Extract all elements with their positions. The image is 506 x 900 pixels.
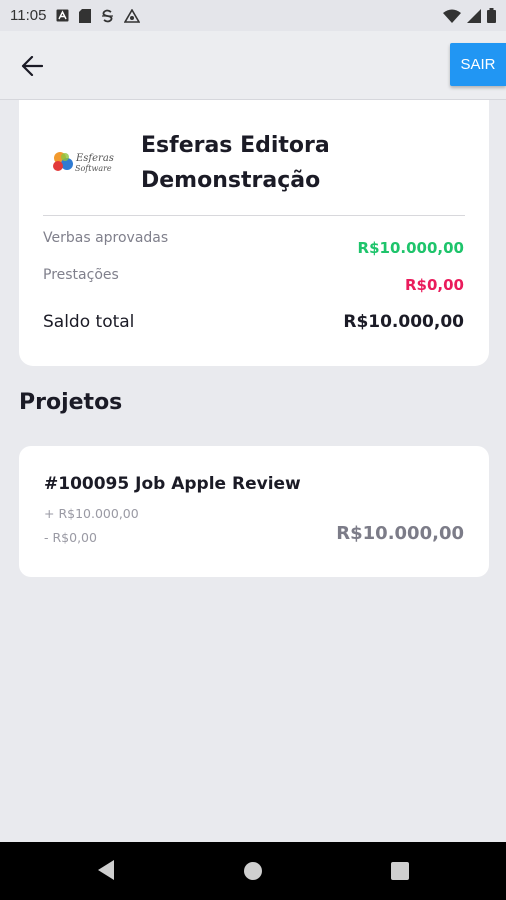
sd-card-icon [79,8,92,23]
status-bar-left: 11:05 [10,7,141,24]
company-summary-card: Esferas Software Esferas Editora Demonst… [19,100,489,366]
recents-square-icon[interactable] [390,861,410,881]
home-circle-icon[interactable] [243,861,263,881]
project-card[interactable]: #100095 Job Apple Review + R$10.000,00 -… [19,446,489,577]
company-name: Esferas Editora Demonstração [141,128,461,198]
battery-icon [487,8,496,23]
balance-value: R$10.000,00 [343,312,464,332]
project-expense: - R$0,00 [44,530,97,545]
project-total: R$10.000,00 [336,523,464,544]
company-logo: Esferas Software [53,152,114,173]
balance-label: Saldo total [43,312,135,332]
app-bar: SAIR [0,31,506,100]
projects-section-title: Projetos [19,390,123,415]
expenses-value: R$0,00 [405,276,464,294]
status-time: 11:05 [10,7,47,24]
expenses-label: Prestações [43,267,119,283]
wifi-icon [443,9,461,23]
project-title: #100095 Job Apple Review [44,474,301,494]
vpn-triangle-icon [124,8,141,23]
logo-text-line1: Esferas [75,153,114,164]
divider [43,215,465,216]
back-triangle-icon[interactable] [96,859,116,881]
signal-icon [467,8,481,23]
back-button[interactable] [14,51,50,81]
sync-s-icon [101,9,114,23]
status-bar: 11:05 [0,0,506,31]
company-name-line1: Esferas Editora [141,133,330,158]
approved-label: Verbas aprovadas [43,230,169,246]
approved-value: R$10.000,00 [357,239,464,257]
font-a-icon [56,9,69,22]
company-name-line2: Demonstração [141,168,321,193]
logout-button[interactable]: SAIR [450,43,506,86]
status-bar-right [443,8,496,23]
system-nav-bar [0,842,506,900]
arrow-left-icon [21,56,43,76]
logo-text-line2: Software [75,164,112,173]
project-income: + R$10.000,00 [44,506,139,521]
